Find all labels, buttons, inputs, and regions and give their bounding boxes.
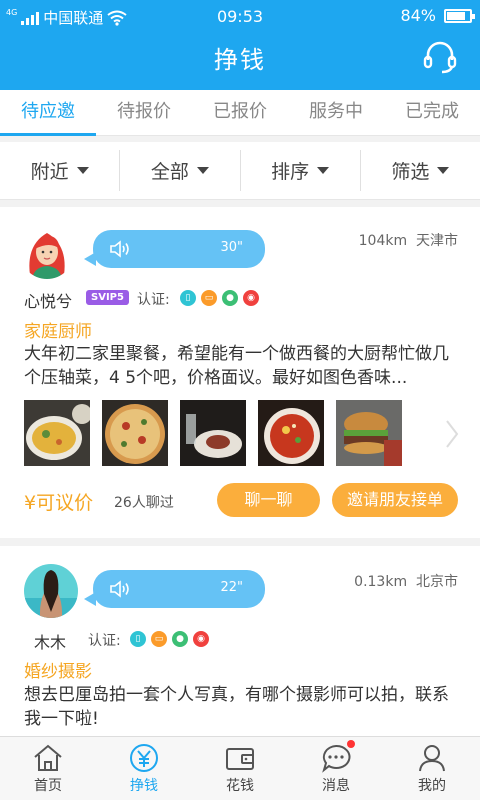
bottom-nav: 首页 挣钱 花钱 消息 我的 — [0, 736, 480, 800]
qualification-verified-icon: ● — [222, 290, 238, 306]
phone-verified-icon: ▯ — [180, 290, 196, 306]
profile-icon — [419, 745, 445, 772]
tab-quoted[interactable]: 已报价 — [192, 90, 288, 135]
certification-label: 认证: — [137, 292, 170, 308]
nav-spend-label: 花钱 — [226, 778, 254, 794]
qualification-verified-icon: ● — [172, 631, 188, 647]
top-bar: 4G 中国联通 09:53 84% 挣钱 — [0, 0, 480, 90]
tab-completed[interactable]: 已完成 — [384, 90, 480, 135]
request-card[interactable]: 30" 104km 天津市 心悦兮 SVIP5 认证: ▯ ▭ ● ◉ 家庭厨师… — [0, 207, 480, 538]
food-photo-curry[interactable] — [24, 400, 90, 466]
filter-nearby-label: 附近 — [30, 161, 69, 183]
voice-message-button[interactable]: 30" — [84, 230, 265, 268]
tab-pending-quote[interactable]: 待报价 — [96, 90, 192, 135]
nav-profile[interactable]: 我的 — [384, 737, 480, 800]
filter-screen-label: 筛选 — [391, 161, 430, 183]
distance: 0.13km — [354, 574, 408, 590]
voice-duration: 22" — [220, 580, 243, 595]
filter-sort[interactable]: 排序 — [241, 150, 361, 191]
vip-badge: SVIP5 — [86, 290, 129, 305]
nav-messages[interactable]: 消息 — [288, 737, 384, 800]
service-category: 家庭厨师 — [24, 322, 92, 342]
nav-messages-label: 消息 — [322, 778, 350, 794]
tab-in-service[interactable]: 服务中 — [288, 90, 384, 135]
nav-earn-label: 挣钱 — [130, 778, 158, 794]
photo-strip — [24, 400, 402, 466]
battery-percent: 84% — [400, 6, 436, 25]
chevron-right-icon[interactable] — [444, 419, 460, 449]
request-card[interactable]: 22" 0.13km 北京市 木木 认证: ▯ ▭ ● ◉ 婚纱摄影 想去巴厘岛… — [0, 546, 480, 736]
food-photo-dinner[interactable] — [180, 400, 246, 466]
certification-label: 认证: — [88, 633, 121, 649]
city: 北京市 — [416, 574, 458, 590]
food-photo-soup[interactable] — [258, 400, 324, 466]
chat-count: 26人聊过 — [114, 495, 174, 511]
message-icon — [322, 744, 351, 773]
home-icon — [34, 744, 62, 771]
headset-icon[interactable] — [422, 40, 458, 74]
nav-home[interactable]: 首页 — [0, 737, 96, 800]
filter-nearby[interactable]: 附近 — [0, 150, 121, 191]
request-description: 大年初二家里聚餐，希望能有一个做西餐的大厨帮忙做几个压轴菜，4 5个吧，价格面议… — [24, 344, 449, 388]
unread-dot — [347, 740, 355, 748]
weibo-verified-icon: ◉ — [243, 290, 259, 306]
caret-down-icon — [76, 167, 89, 174]
distance-location: 0.13km 北京市 — [354, 571, 458, 591]
status-bar: 4G 中国联通 09:53 84% — [0, 0, 480, 32]
yen-icon — [130, 744, 158, 772]
filter-all[interactable]: 全部 — [120, 150, 241, 191]
request-description: 想去巴厘岛拍一套个人写真，有哪个摄影师可以拍，联系我一下啦! — [24, 685, 449, 729]
invite-friend-button[interactable]: 邀请朋友接单 — [332, 483, 458, 517]
filter-sort-label: 排序 — [271, 161, 310, 183]
phone-verified-icon: ▯ — [130, 631, 146, 647]
distance: 104km — [358, 233, 408, 249]
id-verified-icon: ▭ — [151, 631, 167, 647]
speaker-icon — [110, 580, 129, 598]
price: ¥可议价 — [24, 492, 94, 514]
service-category: 婚纱摄影 — [24, 662, 92, 682]
nav-home-label: 首页 — [34, 778, 62, 794]
nav-profile-label: 我的 — [418, 778, 446, 794]
speaker-icon — [110, 240, 129, 258]
order-status-tabs: 待应邀 待报价 已报价 服务中 已完成 — [0, 90, 480, 136]
voice-duration: 30" — [220, 240, 243, 255]
nav-spend[interactable]: 花钱 — [192, 737, 288, 800]
voice-message-button[interactable]: 22" — [84, 570, 265, 608]
avatar[interactable] — [20, 225, 74, 279]
battery-icon — [444, 8, 475, 23]
page-title: 挣钱 — [214, 46, 266, 74]
wallet-icon — [226, 748, 254, 770]
filter-all-label: 全部 — [150, 161, 189, 183]
caret-down-icon — [437, 167, 450, 174]
tab-pending-invite[interactable]: 待应邀 — [0, 90, 96, 136]
weibo-verified-icon: ◉ — [193, 631, 209, 647]
user-name[interactable]: 木木 — [34, 629, 66, 653]
avatar[interactable] — [24, 564, 78, 618]
food-photo-burger[interactable] — [336, 400, 402, 466]
user-name[interactable]: 心悦兮 — [24, 288, 72, 312]
nav-earn[interactable]: 挣钱 — [96, 737, 192, 800]
caret-down-icon — [317, 167, 330, 174]
chat-button[interactable]: 聊一聊 — [217, 483, 320, 517]
filter-screen[interactable]: 筛选 — [361, 150, 480, 191]
id-verified-icon: ▭ — [201, 290, 217, 306]
food-photo-pizza[interactable] — [102, 400, 168, 466]
caret-down-icon — [196, 167, 209, 174]
filter-bar: 附近 全部 排序 筛选 — [0, 142, 480, 200]
city: 天津市 — [416, 233, 458, 249]
distance-location: 104km 天津市 — [359, 230, 458, 250]
